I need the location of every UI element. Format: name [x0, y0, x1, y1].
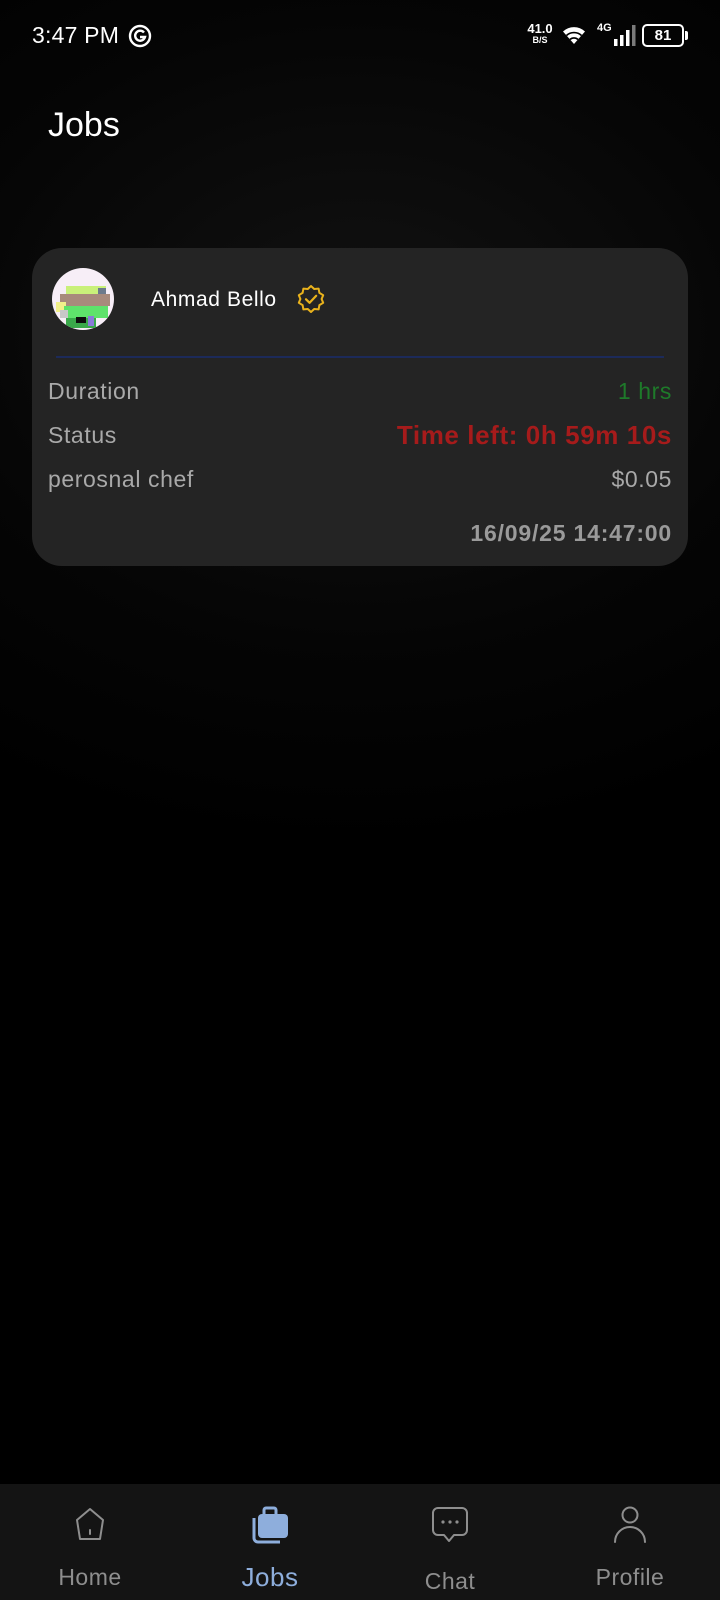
service-row: perosnal chef $0.05: [48, 466, 672, 496]
job-card[interactable]: Ahmad Bello Duration 1 hrs Status Time l…: [32, 248, 688, 566]
duration-value: 1 hrs: [617, 378, 672, 404]
net-speed-unit: B/S: [532, 35, 548, 45]
network-type: 4G: [597, 22, 612, 34]
nav-label-home: Home: [58, 1564, 122, 1590]
status-label: Status: [48, 422, 117, 448]
bottom-nav: Home Jobs Chat Profile: [0, 1484, 720, 1600]
nav-label-chat: Chat: [424, 1568, 476, 1594]
wifi-icon: [563, 27, 585, 44]
nav-label-profile: Profile: [595, 1564, 665, 1590]
chat-icon: [432, 1507, 468, 1542]
page-title: Jobs: [48, 106, 120, 144]
price-value: $0.05: [611, 466, 672, 492]
briefcase-icon: [252, 1506, 288, 1544]
avatar[interactable]: [52, 268, 114, 330]
home-icon: [76, 1508, 104, 1540]
nav-item-profile[interactable]: Profile: [540, 1484, 720, 1600]
verified-badge-icon: [297, 285, 325, 313]
profile-icon: [614, 1506, 646, 1543]
user-name: Ahmad Bello: [151, 288, 277, 311]
nav-item-chat[interactable]: Chat: [360, 1484, 540, 1600]
battery-icon: 81: [642, 24, 688, 47]
status-row: Status Time left: 0h 59m 10s: [48, 420, 672, 452]
signal-icon: [614, 25, 636, 46]
card-divider: [56, 356, 664, 358]
vpn-app-icon: [128, 24, 152, 48]
status-time: 3:47 PM: [32, 22, 120, 48]
battery-level: 81: [654, 27, 672, 44]
status-bar: 3:47 PM 41.0 B/S 4G 81: [0, 0, 720, 72]
nav-label-jobs: Jobs: [241, 1562, 299, 1592]
net-speed-value: 41.0: [527, 21, 553, 36]
service-label: perosnal chef: [48, 466, 194, 492]
nav-item-home[interactable]: Home: [0, 1484, 180, 1600]
duration-label: Duration: [48, 378, 140, 404]
net-speed: 41.0 B/S: [522, 22, 558, 45]
job-date: 16/09/25 14:47:00: [470, 520, 672, 546]
duration-row: Duration 1 hrs: [48, 378, 672, 408]
status-value: Time left: 0h 59m 10s: [396, 420, 672, 450]
nav-item-jobs[interactable]: Jobs: [180, 1484, 360, 1600]
